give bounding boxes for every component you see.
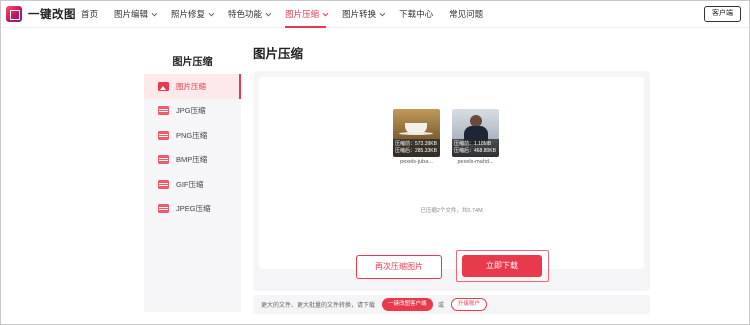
size-before: 压缩前：573.39KB: [395, 141, 437, 147]
sidebar-title: 图片压缩: [172, 57, 213, 68]
nav-item-label: 图片压缩: [285, 9, 320, 19]
nav-item-image-convert[interactable]: 图片转换: [334, 1, 391, 28]
size-after: 压缩后：285.33KB: [395, 148, 437, 154]
app-name: 一键改图: [28, 9, 76, 21]
sidebar-item-label: GIF压缩: [176, 179, 204, 189]
sidebar: 图片压缩 JPG压缩 PNG压缩 BMP压缩 GIF压缩 JPEG压缩: [144, 74, 241, 312]
upgrade-hint-text: 更大的文件、更大批量的文件转换，请下载: [261, 303, 376, 309]
nav-item-home[interactable]: 首页: [73, 1, 106, 28]
format-icon: [158, 179, 169, 189]
app-logo[interactable]: 一键改图: [6, 5, 76, 23]
logo-icon: [6, 6, 22, 22]
format-icon: [158, 204, 169, 214]
file-thumbnail-coffee[interactable]: 压缩前：573.39KB 压缩后：285.33KB: [393, 109, 440, 157]
nav-item-label: 特色功能: [228, 9, 263, 19]
sidebar-item-jpeg-compress[interactable]: JPEG压缩: [144, 197, 241, 222]
download-client-button[interactable]: 一键改图客户端: [382, 298, 433, 311]
coffee-cup-image: [399, 123, 433, 135]
format-icon: [158, 155, 169, 165]
sidebar-item-jpg-compress[interactable]: JPG压缩: [144, 99, 241, 124]
sidebar-item-bmp-compress[interactable]: BMP压缩: [144, 148, 241, 173]
compress-again-button[interactable]: 再次压缩图片: [356, 255, 442, 279]
compress-stats: 压缩前：573.39KB 压缩后：285.33KB: [393, 139, 440, 157]
top-navigation-bar: 一键改图 首页 图片编辑 照片修复 特色功能 图片压缩 图片转换 下载中心 常见…: [1, 1, 749, 28]
sidebar-item-label: PNG压缩: [176, 130, 208, 140]
sidebar-item-label: 图片压缩: [176, 81, 206, 91]
sidebar-item-png-compress[interactable]: PNG压缩: [144, 123, 241, 148]
or-text: 或: [438, 303, 445, 309]
sidebar-item-label: JPEG压缩: [176, 204, 211, 214]
nav-item-download-center[interactable]: 下载中心: [391, 1, 441, 28]
chevron-down-icon: [322, 10, 329, 17]
chevron-down-icon: [208, 10, 215, 17]
compress-panel: [253, 71, 650, 291]
upgrade-hint-bar: 更大的文件、更大批量的文件转换，请下载 一键改图客户端 或 升级账户: [253, 295, 650, 314]
portrait-image: [464, 115, 488, 144]
compress-summary: 已压缩2个文件，共0.74M: [420, 208, 483, 214]
nav-item-label: 照片修复: [171, 9, 206, 19]
nav-item-label: 图片编辑: [114, 9, 149, 19]
nav-item-image-edit[interactable]: 图片编辑: [106, 1, 163, 28]
format-icon: [158, 106, 169, 116]
result-area: [259, 77, 644, 269]
download-button-highlight: 立即下载: [456, 250, 549, 282]
image-icon: [158, 81, 169, 91]
nav-item-label: 图片转换: [342, 9, 377, 19]
upgrade-account-button[interactable]: 升级账户: [451, 298, 488, 311]
nav-item-photo-repair[interactable]: 照片修复: [163, 1, 220, 28]
nav-item-label: 常见问题: [449, 9, 484, 19]
file-thumbnail-portrait[interactable]: 压缩前：1.18MB 压缩后：468.80KB: [452, 109, 499, 157]
nav-item-label: 首页: [81, 9, 99, 19]
chevron-down-icon: [265, 10, 272, 17]
size-before: 压缩前：1.18MB: [454, 141, 492, 147]
sidebar-item-label: JPG压缩: [176, 106, 206, 116]
chevron-down-icon: [151, 10, 158, 17]
file-name: pexels-mahd...: [457, 159, 494, 165]
page-title: 图片压缩: [253, 47, 304, 61]
nav-item-featured[interactable]: 特色功能: [220, 1, 277, 28]
sidebar-item-image-compress[interactable]: 图片压缩: [144, 74, 241, 99]
nav-item-image-compress[interactable]: 图片压缩: [277, 1, 334, 28]
nav-item-faq[interactable]: 常见问题: [441, 1, 491, 28]
main-nav: 首页 图片编辑 照片修复 特色功能 图片压缩 图片转换 下载中心 常见问题: [73, 1, 491, 28]
download-now-button[interactable]: 立即下载: [462, 255, 542, 277]
file-name: pexels-juba...: [400, 159, 433, 165]
nav-item-label: 下载中心: [399, 9, 434, 19]
client-download-button[interactable]: 客户端: [704, 6, 741, 22]
format-icon: [158, 130, 169, 140]
chevron-down-icon: [379, 10, 386, 17]
sidebar-item-label: BMP压缩: [176, 155, 208, 165]
sidebar-item-gif-compress[interactable]: GIF压缩: [144, 172, 241, 197]
compress-stats: 压缩前：1.18MB 压缩后：468.80KB: [452, 139, 499, 157]
size-after: 压缩后：468.80KB: [454, 148, 496, 154]
